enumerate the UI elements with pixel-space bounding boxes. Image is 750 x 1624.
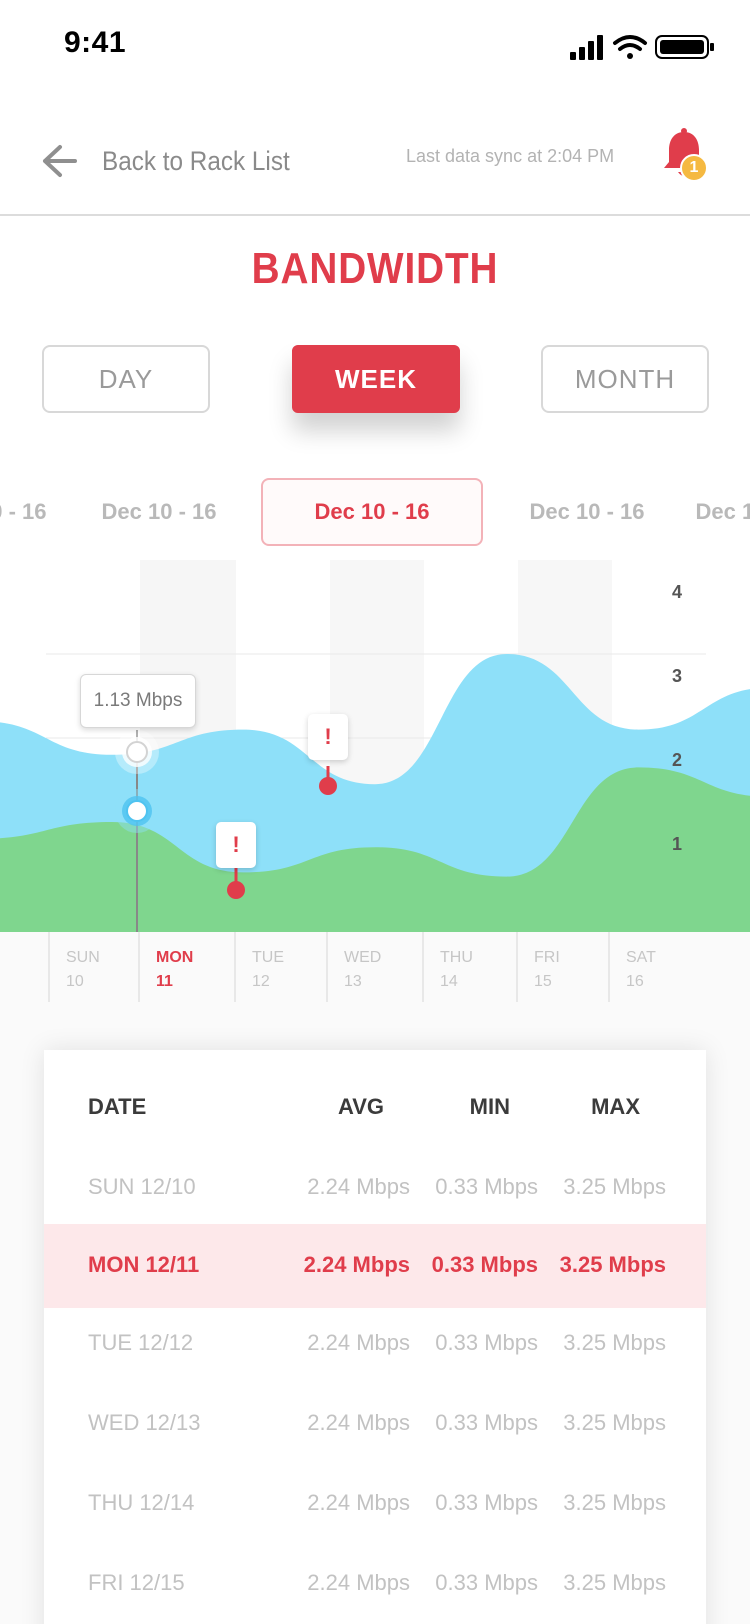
table-row[interactable]: TUE 12/12 2.24 Mbps 0.33 Mbps 3.25 Mbps — [44, 1304, 706, 1384]
cell-avg: 2.24 Mbps — [307, 1410, 410, 1435]
stats-section: DATE AVG MIN MAX SUN 12/10 2.24 Mbps 0.3… — [0, 1002, 750, 1624]
status-bar: 9:41 — [0, 0, 750, 90]
day-name: THU — [440, 949, 473, 966]
table-row[interactable]: FRI 12/15 2.24 Mbps 0.33 Mbps 3.25 Mbps — [44, 1544, 706, 1624]
notification-badge: 1 — [680, 154, 708, 182]
day-name: WED — [344, 949, 382, 966]
wifi-icon — [613, 35, 647, 59]
top-bar: Back to Rack List Last data sync at 2:04… — [0, 110, 750, 216]
header-min: MIN — [469, 1094, 510, 1119]
header-avg: AVG — [337, 1094, 384, 1119]
day-name: FRI — [534, 949, 560, 966]
day-tue[interactable]: TUE 12 — [234, 932, 326, 1002]
page-title: BANDWIDTH — [251, 244, 499, 293]
table-row[interactable]: SUN 12/10 2.24 Mbps 0.33 Mbps 3.25 Mbps — [44, 1148, 706, 1228]
week-option[interactable]: Dec 10 - 16 — [512, 478, 662, 546]
day-num: 13 — [344, 973, 362, 990]
cell-min: 0.33 Mbps — [435, 1330, 538, 1355]
day-sun[interactable]: SUN 10 — [48, 932, 138, 1002]
signal-icon — [570, 35, 603, 60]
bandwidth-chart — [0, 560, 750, 932]
week-option[interactable]: Dec 10 - 16 — [0, 478, 64, 546]
cell-max: 3.25 Mbps — [563, 1330, 666, 1355]
y-tick-1: 1 — [672, 834, 683, 854]
cell-date: FRI 12/15 — [88, 1570, 185, 1595]
day-wed[interactable]: WED 13 — [326, 932, 422, 1002]
cell-date: WED 12/13 — [88, 1410, 201, 1435]
chart-svg — [0, 560, 750, 932]
day-num: 15 — [534, 973, 552, 990]
status-time: 9:41 — [64, 26, 127, 59]
last-sync-text: Last data sync at 2:04 PM — [406, 146, 615, 166]
cell-min: 0.33 Mbps — [435, 1570, 538, 1595]
table-row-selected[interactable]: MON 12/11 2.24 Mbps 0.33 Mbps 3.25 Mbps — [44, 1224, 706, 1308]
cell-date: THU 12/14 — [88, 1490, 195, 1515]
day-num: 16 — [626, 973, 644, 990]
cell-max: 3.25 Mbps — [563, 1410, 666, 1435]
day-name: SUN — [66, 949, 100, 966]
range-tab-month[interactable]: MONTH — [541, 345, 709, 413]
cell-max: 3.25 Mbps — [559, 1252, 666, 1277]
day-name: SAT — [626, 949, 656, 966]
battery-icon — [655, 35, 714, 59]
week-option[interactable]: Dec 10 - 16 — [84, 478, 234, 546]
value-tooltip: 1.13 Mbps — [80, 674, 196, 728]
cell-min: 0.33 Mbps — [431, 1252, 538, 1277]
back-to-rack-list-button[interactable]: Back to Rack List — [40, 136, 311, 186]
day-name: TUE — [252, 949, 284, 966]
cell-date: SUN 12/10 — [88, 1174, 196, 1199]
back-arrow-icon — [43, 145, 77, 177]
cell-avg: 2.24 Mbps — [307, 1330, 410, 1355]
day-name: MON — [156, 949, 194, 966]
header-date: DATE — [88, 1094, 147, 1119]
cursor-marker-blue — [115, 730, 159, 774]
table-row[interactable]: WED 12/13 2.24 Mbps 0.33 Mbps 3.25 Mbps — [44, 1384, 706, 1464]
day-axis: SUN 10 MON 11 TUE 12 WED 13 THU 14 FRI 15 SAT 1… — [0, 932, 750, 1002]
day-num: 14 — [440, 973, 458, 990]
header-max: MAX — [591, 1094, 640, 1119]
alert-dot-2 — [227, 881, 245, 899]
y-tick-3: 3 — [672, 666, 683, 686]
status-icons — [570, 35, 714, 60]
day-fri[interactable]: FRI 15 — [516, 932, 608, 1002]
day-num: 10 — [66, 973, 84, 990]
range-tab-day[interactable]: DAY — [42, 345, 210, 413]
cell-max: 3.25 Mbps — [563, 1490, 666, 1515]
cell-max: 3.25 Mbps — [563, 1570, 666, 1595]
day-mon[interactable]: MON 11 — [138, 932, 234, 1002]
day-num: 11 — [156, 973, 173, 990]
cell-date: TUE 12/12 — [88, 1330, 194, 1355]
cell-date: MON 12/11 — [88, 1252, 200, 1277]
day-num: 12 — [252, 973, 270, 990]
range-tab-week[interactable]: WEEK — [292, 345, 460, 413]
cell-min: 0.33 Mbps — [435, 1490, 538, 1515]
alert-flag-2[interactable]: ! — [216, 822, 256, 868]
cell-avg: 2.24 Mbps — [307, 1570, 410, 1595]
table-header: DATE AVG MIN MAX — [44, 1080, 706, 1130]
alert-dot-1 — [319, 777, 337, 795]
alert-flag-1[interactable]: ! — [308, 714, 348, 760]
week-option[interactable]: Dec 10 - 16 — [678, 478, 750, 546]
day-sat[interactable]: SAT 16 — [608, 932, 750, 1002]
stats-table: DATE AVG MIN MAX SUN 12/10 2.24 Mbps 0.3… — [44, 1050, 706, 1624]
back-label: Back to Rack List — [102, 145, 290, 176]
cell-avg: 2.24 Mbps — [307, 1490, 410, 1515]
y-tick-2: 2 — [672, 750, 683, 770]
cell-avg: 2.24 Mbps — [303, 1252, 410, 1277]
cell-avg: 2.24 Mbps — [307, 1174, 410, 1199]
day-thu[interactable]: THU 14 — [422, 932, 516, 1002]
week-selector: Dec 10 - 16 Dec 10 - 16 Dec 10 - 16 Dec … — [0, 478, 750, 548]
cell-min: 0.33 Mbps — [435, 1174, 538, 1199]
cell-min: 0.33 Mbps — [435, 1410, 538, 1435]
cursor-marker-green — [115, 789, 159, 833]
y-tick-4: 4 — [672, 582, 683, 602]
table-row[interactable]: THU 12/14 2.24 Mbps 0.33 Mbps 3.25 Mbps — [44, 1464, 706, 1544]
cell-max: 3.25 Mbps — [563, 1174, 666, 1199]
week-option-selected[interactable]: Dec 10 - 16 — [261, 478, 483, 546]
